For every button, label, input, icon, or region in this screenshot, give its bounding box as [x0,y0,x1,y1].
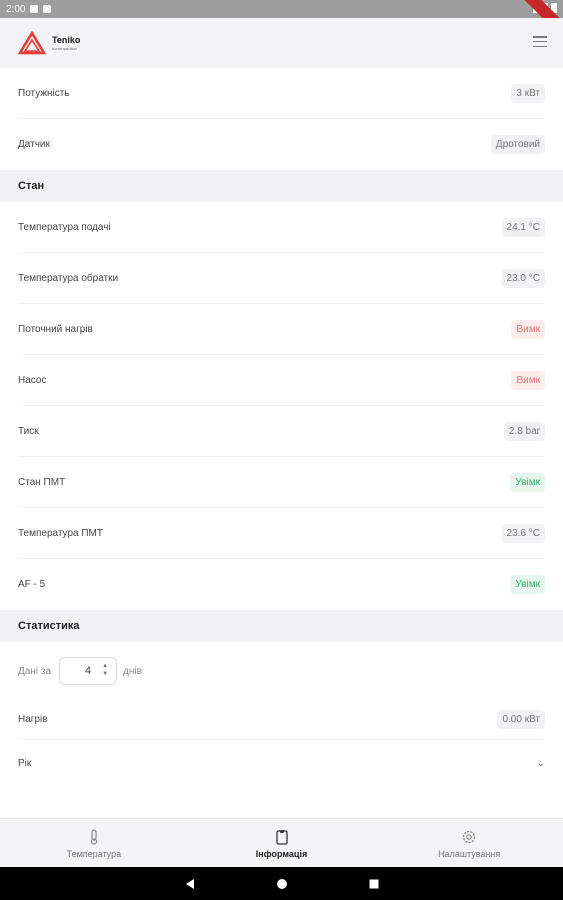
system-navigation-bar [0,867,563,900]
info-row-sensor: Датчик Дротовий [18,119,545,170]
row-label: Потужність [18,87,70,99]
row-label: Нагрів [18,714,48,725]
value-pill: Дротовий [490,135,545,154]
section-header-state: Стан [0,170,563,202]
value-pill: 23.6 °C [501,523,545,543]
state-row-current-heating: Поточний нагрів Вимк [18,304,545,355]
info-content: Потужність 3 кВт Датчик Дротовий Стан Те… [0,68,563,786]
sim-icon [43,5,52,13]
info-row-power: Потужність 3 кВт [18,68,545,119]
app-bar: Teniko home solution [0,18,563,68]
stats-row-heating: Нагрів 0.00 кВт [18,700,545,740]
nav-label: Інформація [255,848,308,859]
row-label: Температура подачі [18,221,111,233]
year-label: Рік [18,757,32,769]
nav-label: Налаштування [438,848,501,859]
state-row-pmt-temp: Температура ПМТ 23.6 °C [18,508,545,559]
hamburger-icon[interactable] [533,36,547,48]
row-label: Температура обратки [18,272,119,284]
state-row-supply-temp: Температура подачі 24.1 °C [18,202,545,253]
notification-icon [30,5,39,13]
back-icon[interactable] [184,878,196,890]
state-row-af5: AF - 5 Увімк [18,559,545,610]
status-bar: 2:00 [0,0,563,45]
stepper-arrows[interactable]: ▲ ▼ [102,662,108,678]
row-label: Насос [18,374,47,386]
chevron-up-icon[interactable]: ▲ [102,662,108,670]
nav-item-settings[interactable]: Налаштування [375,819,563,868]
home-icon[interactable] [276,878,288,890]
brand-name: Teniko [52,34,81,45]
bottom-navigation: Температура Інформація Налаштування [0,818,563,868]
value-pill: 3 кВт [511,83,545,103]
status-time: 2:00 [6,3,26,15]
brand-subtitle: home solution [52,45,77,51]
section-header-statistics: Статистика [0,610,563,642]
days-suffix: днів [123,665,142,677]
days-selector-row: Дані за 4 ▲ ▼ днів [18,642,545,700]
state-row-pump: Насос Вимк [18,355,545,406]
gear-icon [463,830,476,843]
nav-label: Температура [66,848,122,859]
row-label: Стан ПМТ [18,476,66,488]
recents-icon[interactable] [368,878,380,890]
days-prefix: Дані за [18,665,52,677]
row-label: Датчик [18,139,50,150]
value-pill: 24.1 °C [501,217,545,237]
days-stepper[interactable]: 4 ▲ ▼ [59,657,118,685]
chevron-down-icon[interactable]: ▼ [102,670,108,678]
row-label: AF - 5 [18,579,46,590]
state-row-pmt-state: Стан ПМТ Увімк [18,457,545,508]
year-expander[interactable]: Рік ⌄ [18,740,545,786]
status-badge-off: Вимк [511,370,545,390]
state-row-return-temp: Температура обратки 23.0 °C [18,253,545,304]
chevron-down-icon[interactable]: ⌄ [537,758,545,769]
state-row-pressure: Тиск 2.8 bar [18,406,545,457]
status-badge-on: Увімк [510,575,545,594]
value-pill: 0.00 кВт [497,710,545,729]
brand-logo: Teniko home solution [18,31,80,55]
row-label: Температура ПМТ [18,527,103,539]
status-badge-on: Увімк [510,472,545,492]
clipboard-icon [275,829,288,845]
logo-triangle-icon [18,31,46,55]
row-label: Тиск [18,425,39,437]
status-badge-off: Вимк [511,319,545,339]
thermometer-icon [90,828,97,845]
value-pill: 2.8 bar [503,421,545,441]
value-pill: 23.0 °C [501,268,545,288]
days-value[interactable]: 4 [85,665,91,677]
row-label: Поточний нагрів [18,323,93,335]
nav-item-temperature[interactable]: Температура [0,819,188,868]
nav-item-information[interactable]: Інформація [188,819,376,868]
